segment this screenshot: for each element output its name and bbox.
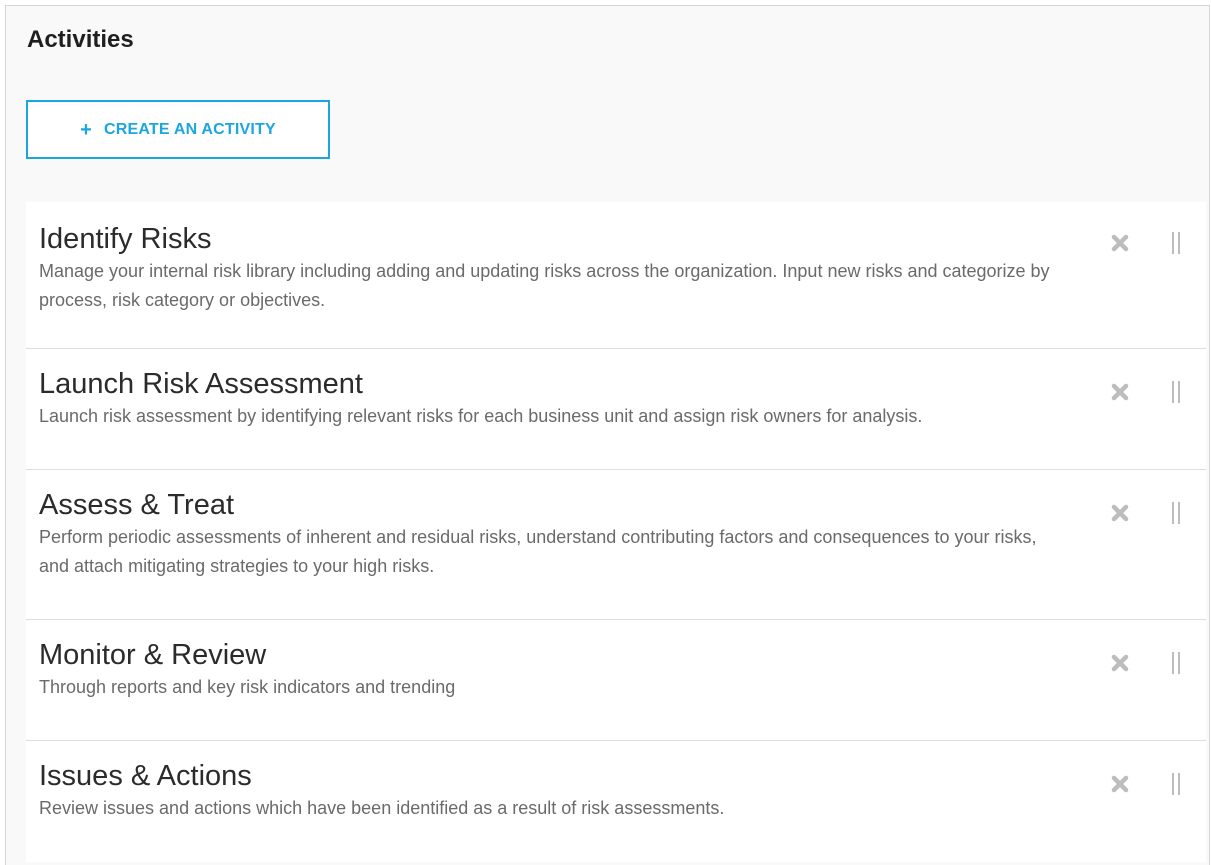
remove-icon[interactable] xyxy=(1109,652,1131,674)
create-activity-button[interactable]: + CREATE AN ACTIVITY xyxy=(26,100,330,159)
remove-icon[interactable] xyxy=(1109,502,1131,524)
drag-handle-icon[interactable] xyxy=(1170,773,1182,795)
activity-item-identify-risks[interactable]: Identify Risks Manage your internal risk… xyxy=(26,202,1206,349)
activity-description: Perform periodic assessments of inherent… xyxy=(39,527,1037,576)
activity-item-issues-actions[interactable]: Issues & Actions Review issues and actio… xyxy=(26,741,1206,862)
activity-description: Manage your internal risk library includ… xyxy=(39,261,1050,310)
activity-title: Identify Risks xyxy=(39,223,212,255)
drag-handle-icon[interactable] xyxy=(1170,381,1182,403)
remove-icon[interactable] xyxy=(1109,381,1131,403)
plus-icon: + xyxy=(80,118,92,141)
create-activity-label: CREATE AN ACTIVITY xyxy=(103,120,276,138)
activity-description: Through reports and key risk indicators … xyxy=(39,677,456,697)
activity-list: Identify Risks Manage your internal risk… xyxy=(26,202,1206,862)
activity-description: Launch risk assessment by identifying re… xyxy=(39,406,923,426)
drag-handle-icon[interactable] xyxy=(1170,232,1182,254)
activity-title: Assess & Treat xyxy=(39,489,235,521)
activities-panel: Activities + CREATE AN ACTIVITY Identify… xyxy=(5,5,1210,865)
activity-item-monitor-review[interactable]: Monitor & Review Through reports and key… xyxy=(26,620,1206,741)
activity-title: Issues & Actions xyxy=(39,760,252,792)
drag-handle-icon[interactable] xyxy=(1170,652,1182,674)
activity-title: Launch Risk Assessment xyxy=(39,368,363,400)
activity-item-assess-treat[interactable]: Assess & Treat Perform periodic assessme… xyxy=(26,470,1206,620)
activity-description: Review issues and actions which have bee… xyxy=(39,798,725,818)
remove-icon[interactable] xyxy=(1109,773,1131,795)
panel-title: Activities xyxy=(27,26,134,53)
drag-handle-icon[interactable] xyxy=(1170,502,1182,524)
activity-item-launch-risk-assessment[interactable]: Launch Risk Assessment Launch risk asses… xyxy=(26,349,1206,470)
remove-icon[interactable] xyxy=(1109,232,1131,254)
activity-title: Monitor & Review xyxy=(39,639,267,671)
